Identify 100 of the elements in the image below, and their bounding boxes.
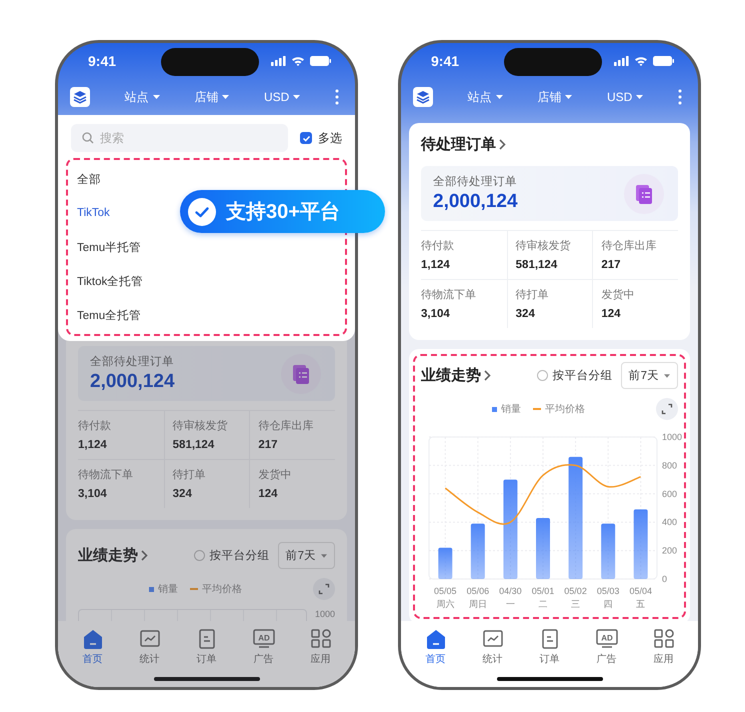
signal-icon (271, 56, 286, 66)
line-chart-icon (482, 629, 504, 649)
tab-item[interactable]: 应用 (298, 629, 344, 669)
caret-icon (293, 95, 300, 99)
date-range-dropdown[interactable]: 前7天 (278, 542, 335, 569)
caret-icon (636, 95, 644, 99)
group-by-platform-label: 按平台分组 (552, 368, 613, 383)
layers-logo-icon[interactable] (413, 87, 433, 107)
section-title-link[interactable]: 业绩走势 (78, 546, 148, 565)
tab-item[interactable]: 应用 (640, 629, 686, 669)
fullscreen-icon[interactable] (656, 398, 678, 420)
legend-label: 销量 (501, 403, 521, 416)
multi-select-label: 多选 (318, 130, 342, 146)
legend-label: 平均价格 (545, 402, 585, 416)
filter-dropdown[interactable]: USD (606, 90, 644, 104)
filter-dropdown[interactable]: 店铺 (537, 88, 572, 106)
y-axis-label: 600 (662, 488, 678, 499)
status-time: 9:41 (431, 53, 460, 69)
tab-item[interactable]: 订单 (184, 629, 230, 669)
stat-value: 581,124 (172, 439, 216, 451)
y-axis-label: 0 (662, 574, 668, 584)
x-axis-weekday: 一 (506, 599, 515, 609)
stat-label: 待打单 (516, 288, 550, 302)
caret-icon (565, 95, 572, 99)
platform-option[interactable]: Tiktok全托管 (68, 264, 345, 298)
stat-label: 待物流下单 (421, 288, 477, 302)
stat-value: 3,104 (421, 308, 451, 320)
x-axis-date: 05/04 (629, 586, 652, 596)
chevron-right-icon (499, 139, 506, 150)
layers-logo-icon[interactable] (70, 87, 90, 107)
status-time: 9:41 (88, 53, 118, 69)
tab-item[interactable]: 首页 (70, 629, 116, 669)
radio-button[interactable] (536, 370, 548, 381)
date-range-dropdown[interactable]: 前7天 (620, 362, 678, 389)
stat-value: 217 (258, 439, 279, 451)
home-icon (424, 629, 446, 649)
chevron-right-icon (484, 370, 491, 381)
x-axis-date: 05/02 (564, 586, 587, 596)
summary-label: 全部待处理订单 (90, 354, 175, 369)
x-axis-date: 04/30 (499, 586, 522, 596)
tab-item[interactable]: AD 广告 (240, 629, 286, 669)
caret-icon (496, 95, 503, 99)
tab-item[interactable]: 首页 (412, 629, 458, 669)
legend-label: 平均价格 (202, 582, 242, 596)
checkbox[interactable] (300, 132, 312, 144)
stat-label: 待付款 (421, 239, 455, 253)
caret-icon (222, 95, 230, 99)
stat-value: 217 (601, 259, 622, 271)
stat-label: 发货中 (601, 288, 636, 302)
tab-item[interactable]: AD 广告 (584, 629, 630, 669)
battery-icon (310, 56, 331, 66)
x-axis-weekday: 二 (538, 599, 548, 609)
line-chart-icon (138, 629, 160, 649)
stat-label: 待物流下单 (78, 468, 134, 482)
x-axis-weekday: 五 (636, 599, 646, 609)
filter-dropdown[interactable]: 站点 (124, 88, 160, 106)
wifi-icon (634, 56, 648, 66)
tab-item[interactable]: 统计 (470, 629, 516, 669)
filter-dropdown[interactable]: USD (264, 90, 300, 104)
fullscreen-icon[interactable] (313, 578, 335, 600)
stat-label: 待仓库出库 (601, 238, 658, 253)
x-axis-weekday: 四 (604, 599, 613, 609)
caret-icon (321, 554, 327, 558)
search-field[interactable]: 搜索 (71, 124, 288, 152)
check-icon (188, 198, 216, 226)
caret-icon (152, 95, 160, 99)
summary-value: 2,000,124 (433, 191, 518, 213)
y-axis-label: 800 (662, 460, 678, 470)
platform-option[interactable]: Temu半托管 (68, 230, 345, 264)
stat-value: 1,124 (78, 439, 108, 451)
apps-grid-icon (652, 629, 674, 649)
x-axis-date: 05/03 (596, 586, 620, 596)
section-title-link[interactable]: 业绩走势 (421, 366, 491, 385)
more-icon[interactable] (678, 89, 682, 105)
radio-button[interactable] (194, 550, 205, 561)
y-axis-label: 200 (662, 546, 678, 556)
document-list-icon (281, 354, 321, 394)
legend-label: 销量 (158, 583, 178, 596)
stat-label: 发货中 (258, 468, 292, 482)
search-icon (82, 132, 94, 144)
stat-value: 581,124 (516, 259, 558, 271)
stat-value: 124 (601, 308, 622, 320)
filter-dropdown[interactable]: 站点 (468, 88, 503, 106)
stat-label: 待打单 (172, 468, 207, 482)
x-axis-weekday: 三 (571, 599, 580, 609)
y-axis-label: 400 (662, 517, 678, 528)
tab-item[interactable]: 订单 (526, 629, 572, 669)
x-axis-weekday: 周日 (468, 599, 487, 609)
x-axis-date: 05/06 (466, 586, 490, 596)
platform-option[interactable]: Temu全托管 (68, 298, 345, 332)
tab-item[interactable]: 统计 (126, 629, 172, 669)
stat-value: 3,104 (78, 488, 108, 500)
caret-icon (664, 374, 670, 378)
wifi-icon (291, 56, 305, 66)
section-title-link[interactable]: 待处理订单 (421, 135, 678, 154)
y-axis-label: 1000 (314, 609, 335, 621)
filter-dropdown[interactable]: 店铺 (194, 88, 230, 106)
x-axis-date: 05/01 (532, 586, 554, 596)
x-axis-weekday: 周六 (436, 599, 454, 609)
more-icon[interactable] (334, 89, 339, 105)
